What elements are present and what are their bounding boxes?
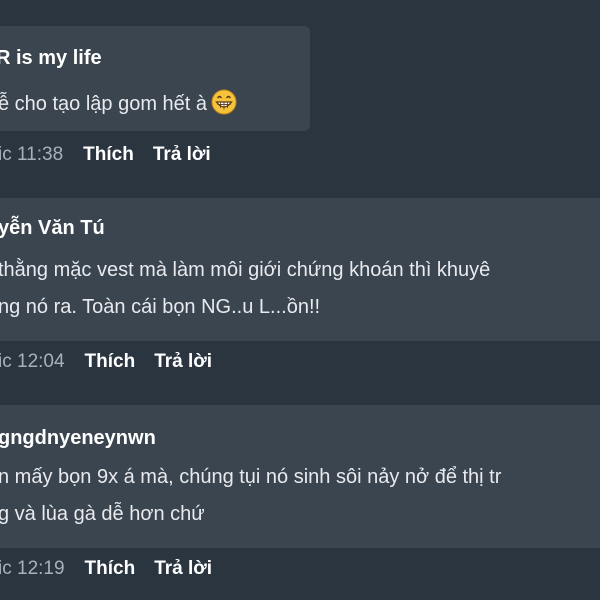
grinning-face-icon [211, 89, 237, 115]
comment-author[interactable]: gngdnyeneynwn [0, 427, 156, 450]
like-button[interactable]: Thích [85, 351, 136, 373]
comment-author[interactable]: yễn Văn Tú [0, 217, 105, 240]
comment-text-line: thằng mặc vest mà làm môi giới chứng kho… [0, 259, 491, 281]
timestamp[interactable]: ic 12:19 [0, 558, 65, 580]
comment-text-line: ễ cho tạo lập gom hết à [0, 93, 208, 115]
reply-button[interactable]: Trả lời [154, 351, 212, 373]
timestamp[interactable]: ic 11:38 [0, 144, 63, 166]
comment-actions: ic 12:04 Thích Trả lời [0, 347, 231, 377]
comment-author[interactable]: R is my life [0, 47, 102, 70]
timestamp[interactable]: ic 12:04 [0, 351, 65, 373]
comment-text-line: g và lùa gà dễ hơn chứ [0, 503, 205, 525]
like-button[interactable]: Thích [85, 558, 136, 580]
comment-actions: ic 11:38 Thích Trả lời [0, 140, 230, 170]
comment-text-line: ng nó ra. Toàn cái bọn NG..u L...ồn!! [0, 296, 321, 318]
comment-text-line: n mấy bọn 9x á mà, chúng tụi nó sinh sôi… [0, 466, 502, 488]
comment-text: ễ cho tạo lập gom hết à [0, 89, 237, 116]
like-button[interactable]: Thích [83, 144, 134, 166]
reply-button[interactable]: Trả lời [154, 558, 212, 580]
reply-button[interactable]: Trả lời [153, 144, 211, 166]
comment-actions: ic 12:19 Thích Trả lời [0, 554, 231, 584]
